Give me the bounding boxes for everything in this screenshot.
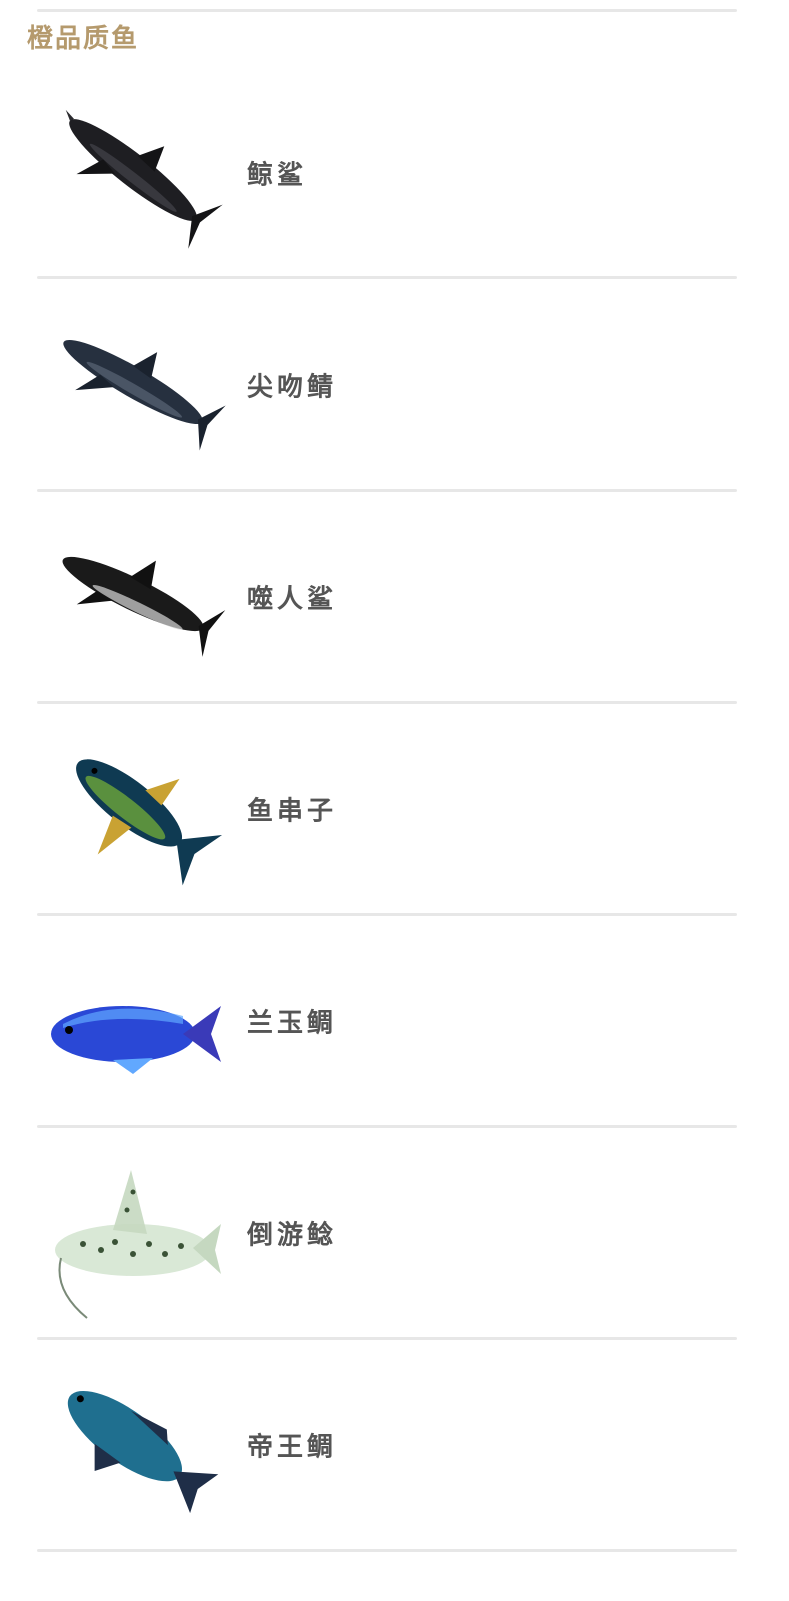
- fish-item[interactable]: 帝王鲷: [37, 1340, 737, 1550]
- fish-item[interactable]: 鱼串子: [37, 704, 737, 914]
- bottom-divider: [37, 1549, 737, 1552]
- emperor-cichlid-icon: [43, 1352, 223, 1532]
- mako-shark-icon: [43, 292, 226, 472]
- fish-item[interactable]: 鲸鲨: [37, 68, 737, 278]
- fish-name: 噬人鲨: [247, 584, 338, 615]
- fish-item[interactable]: 倒游鲶: [37, 1128, 737, 1338]
- row-divider: [37, 276, 737, 279]
- fish-name: 尖吻鲭: [247, 372, 338, 403]
- fish-catalog-page: 橙品质鱼 鲸鲨 尖吻鲭 噬人鲨 鱼串子 兰玉鲷 倒游鲶 帝王鲷: [0, 0, 789, 1601]
- blue-cichlid-icon: [43, 928, 223, 1108]
- fish-name: 兰玉鲷: [247, 1008, 338, 1039]
- fish-item[interactable]: 噬人鲨: [37, 492, 737, 702]
- catfish-icon: [43, 1140, 223, 1320]
- fish-name: 帝王鲷: [247, 1432, 338, 1463]
- fish-name: 鱼串子: [247, 796, 338, 827]
- fish-item[interactable]: 尖吻鲭: [37, 280, 737, 490]
- shark-icon: [43, 80, 223, 260]
- great-white-shark-icon: [43, 504, 226, 684]
- section-title: 橙品质鱼: [27, 24, 140, 54]
- fish-name: 鲸鲨: [247, 160, 308, 191]
- fish-name: 倒游鲶: [247, 1220, 338, 1251]
- top-divider: [37, 9, 737, 12]
- tuna-icon: [43, 716, 223, 896]
- fish-item[interactable]: 兰玉鲷: [37, 916, 737, 1126]
